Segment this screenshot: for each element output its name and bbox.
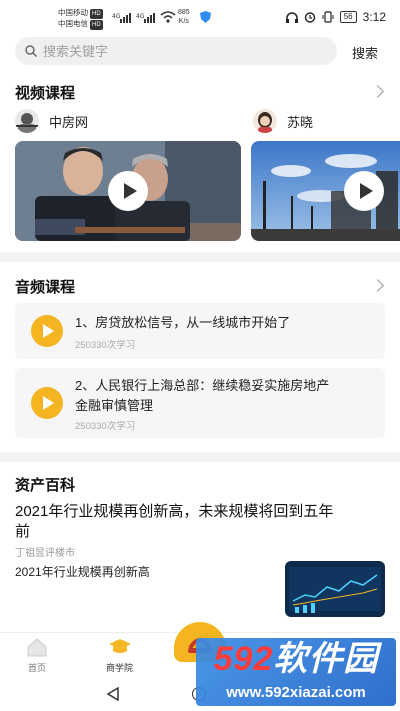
asset-wiki-section: 资产百科 2021年行业规模再创新高，未来规模将回到五年 前 丁祖昱评楼市 20… [0,462,400,632]
nav-label-home: 首页 [27,663,46,673]
alarm-icon [304,12,315,23]
battery-indicator: 56 [339,11,357,23]
carrier-1: 中国移动 [58,8,88,17]
watermark-url: www.592xiazai.com [226,684,366,701]
video-course-section: 视频课程 中房网 苏晓 [0,70,400,252]
audio-title: 2、人民银行上海总部：继续稳妥实施房地产 金融审慎管理 [75,376,329,416]
section-title-asset: 资产百科 [15,477,76,494]
svg-text:4G: 4G [136,13,145,20]
search-bar: 搜索 [0,34,400,70]
audio-course-section: 音频课程 1、房贷放松信号，从一线城市开始了 250330次学习 2、人民银行上… [0,262,400,452]
status-bar: 中国移动 HD 中国电信 HD 4G 4G 885 K/s 56 3:12 [0,0,400,34]
audio-list-item[interactable]: 1、房贷放松信号，从一线城市开始了 250330次学习 [15,303,385,359]
video-thumbnail[interactable] [15,141,241,241]
play-button[interactable] [108,171,148,211]
carrier-info: 中国移动 HD 中国电信 HD [58,8,103,30]
graduation-cap-icon [108,639,131,653]
headphone-icon [285,11,298,23]
network-speed: 885 K/s [178,8,190,26]
author-name: 苏晓 [287,114,314,130]
audio-list-item[interactable]: 2、人民银行上海总部：继续稳妥实施房地产 金融审慎管理 250330次学习 [15,368,385,438]
carrier-2: 中国电信 [58,19,88,28]
status-right: 56 3:12 [285,10,386,24]
video-thumbnail[interactable] [251,141,400,241]
vibrate-icon [322,11,334,23]
back-icon[interactable] [106,687,120,701]
audio-plays: 250330次学习 [75,421,136,432]
article-source: 丁祖昱评楼市 [15,548,75,559]
course-author[interactable]: 苏晓 [253,109,313,133]
search-box[interactable] [15,37,337,65]
article-thumbnail[interactable] [285,561,385,617]
audio-plays: 250330次学习 [75,340,136,351]
play-button[interactable] [344,171,384,211]
chevron-right-icon[interactable] [371,85,384,98]
audio-title: 1、房贷放松信号，从一线城市开始了 [75,315,291,330]
article-title-line1: 2021年行业规模再创新高，未来规模将回到五年 [15,503,334,520]
article-title[interactable]: 2021年行业规模再创新高，未来规模将回到五年 前 [15,502,385,542]
nav-item-academy[interactable]: 商学院 [106,637,133,674]
signal-icon: 4G [136,13,155,23]
audio-play-button[interactable] [31,315,63,347]
network-speed-unit: K/s [178,18,189,25]
svg-text:4G: 4G [112,13,121,20]
author-name: 中房网 [49,114,89,130]
hd-badge: HD [90,20,103,30]
avatar [253,109,277,133]
watermark-brand-number: 592 [213,640,274,678]
shield-icon [200,11,211,23]
watermark-brand: 592软件园 [196,638,396,680]
chevron-right-icon[interactable] [371,279,384,292]
nav-label-academy: 商学院 [106,663,134,673]
watermark-brand-text: 软件园 [273,640,379,678]
audio-play-button[interactable] [31,387,63,419]
search-input[interactable] [43,43,303,59]
home-icon [27,638,47,657]
search-button[interactable]: 搜索 [352,43,378,62]
signal-icon: 4G [112,13,131,23]
course-author[interactable]: 中房网 [15,109,88,133]
article-title[interactable]: 2021年行业规模再创新高 [15,563,150,580]
section-title-video: 视频课程 [15,85,76,102]
avatar [15,109,39,133]
wifi-icon [160,11,176,23]
hd-badge: HD [90,9,103,19]
section-title-audio: 音频课程 [15,279,76,296]
nav-item-home[interactable]: 首页 [26,637,48,674]
network-speed-value: 885 [178,9,190,16]
audio-title-line1: 2、人民银行上海总部：继续稳妥实施房地产 [75,378,330,393]
search-icon [25,45,37,57]
clock: 3:12 [362,10,386,24]
article-thumbnail-image [285,561,385,617]
article-title-line2: 前 [15,523,31,540]
watermark: 592软件园 www.592xiazai.com [196,638,396,708]
audio-title-line2: 金融审慎管理 [75,398,154,413]
